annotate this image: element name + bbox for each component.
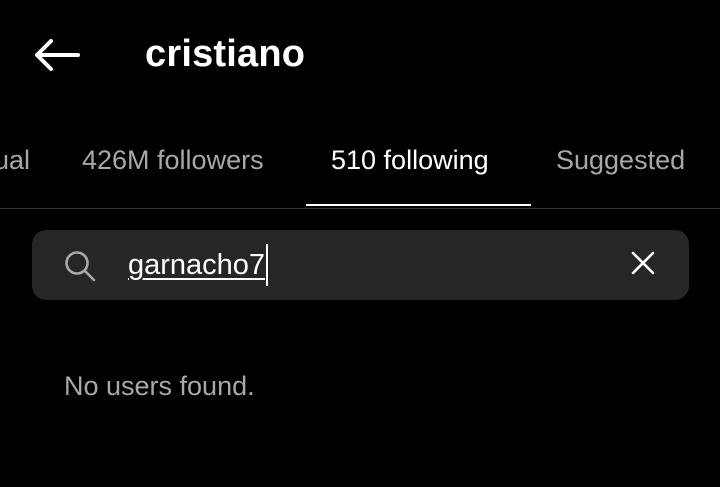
search-input[interactable]: garnacho7 (128, 244, 269, 286)
search-box: garnacho7 (32, 230, 689, 300)
tab-suggested[interactable]: Suggested (556, 112, 685, 208)
arrow-left-icon (32, 37, 80, 73)
search-icon (64, 250, 96, 282)
tab-bar: ual 426M followers 510 following Suggest… (0, 112, 720, 209)
clear-search-button[interactable] (625, 247, 661, 283)
no-results-message: No users found. (64, 371, 255, 401)
tab-following[interactable]: 510 following (331, 112, 489, 208)
back-button[interactable] (28, 30, 84, 80)
active-tab-indicator (306, 204, 531, 206)
page-title: cristiano (145, 33, 306, 75)
tab-mutual[interactable]: ual (0, 112, 30, 208)
tab-followers[interactable]: 426M followers (82, 112, 264, 208)
header: cristiano (0, 0, 720, 110)
close-icon (631, 251, 655, 280)
